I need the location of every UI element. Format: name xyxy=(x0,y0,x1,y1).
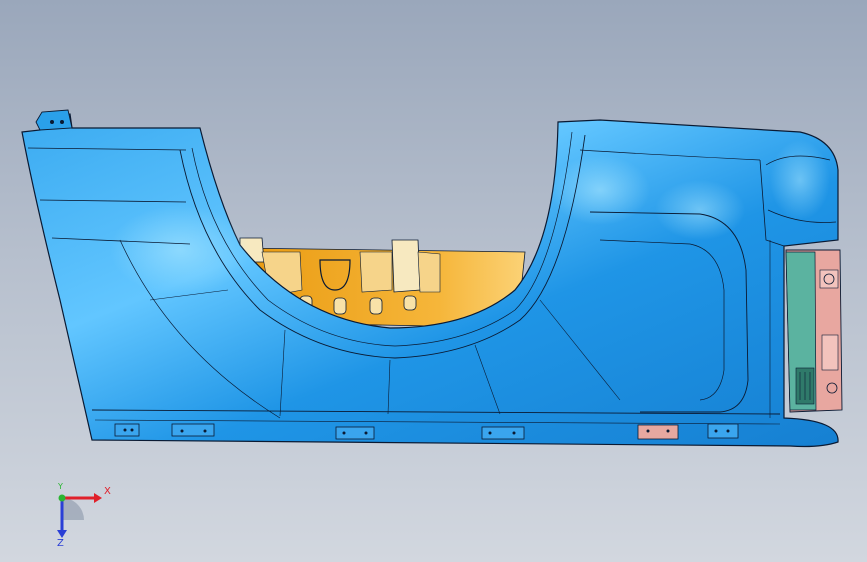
model-canvas[interactable] xyxy=(0,0,867,562)
triad-arrows xyxy=(57,493,102,538)
z-axis-label: Z xyxy=(57,538,64,549)
y-axis-label: Y xyxy=(58,482,63,491)
coordinate-triad: X Y Z xyxy=(44,480,124,550)
bracket-center xyxy=(391,239,421,293)
3d-viewport[interactable]: X Y Z xyxy=(0,0,867,562)
mounting-tab xyxy=(35,109,73,131)
y-axis-point xyxy=(58,494,66,502)
rear-plate[interactable] xyxy=(785,249,843,413)
x-axis-label: X xyxy=(104,486,111,497)
